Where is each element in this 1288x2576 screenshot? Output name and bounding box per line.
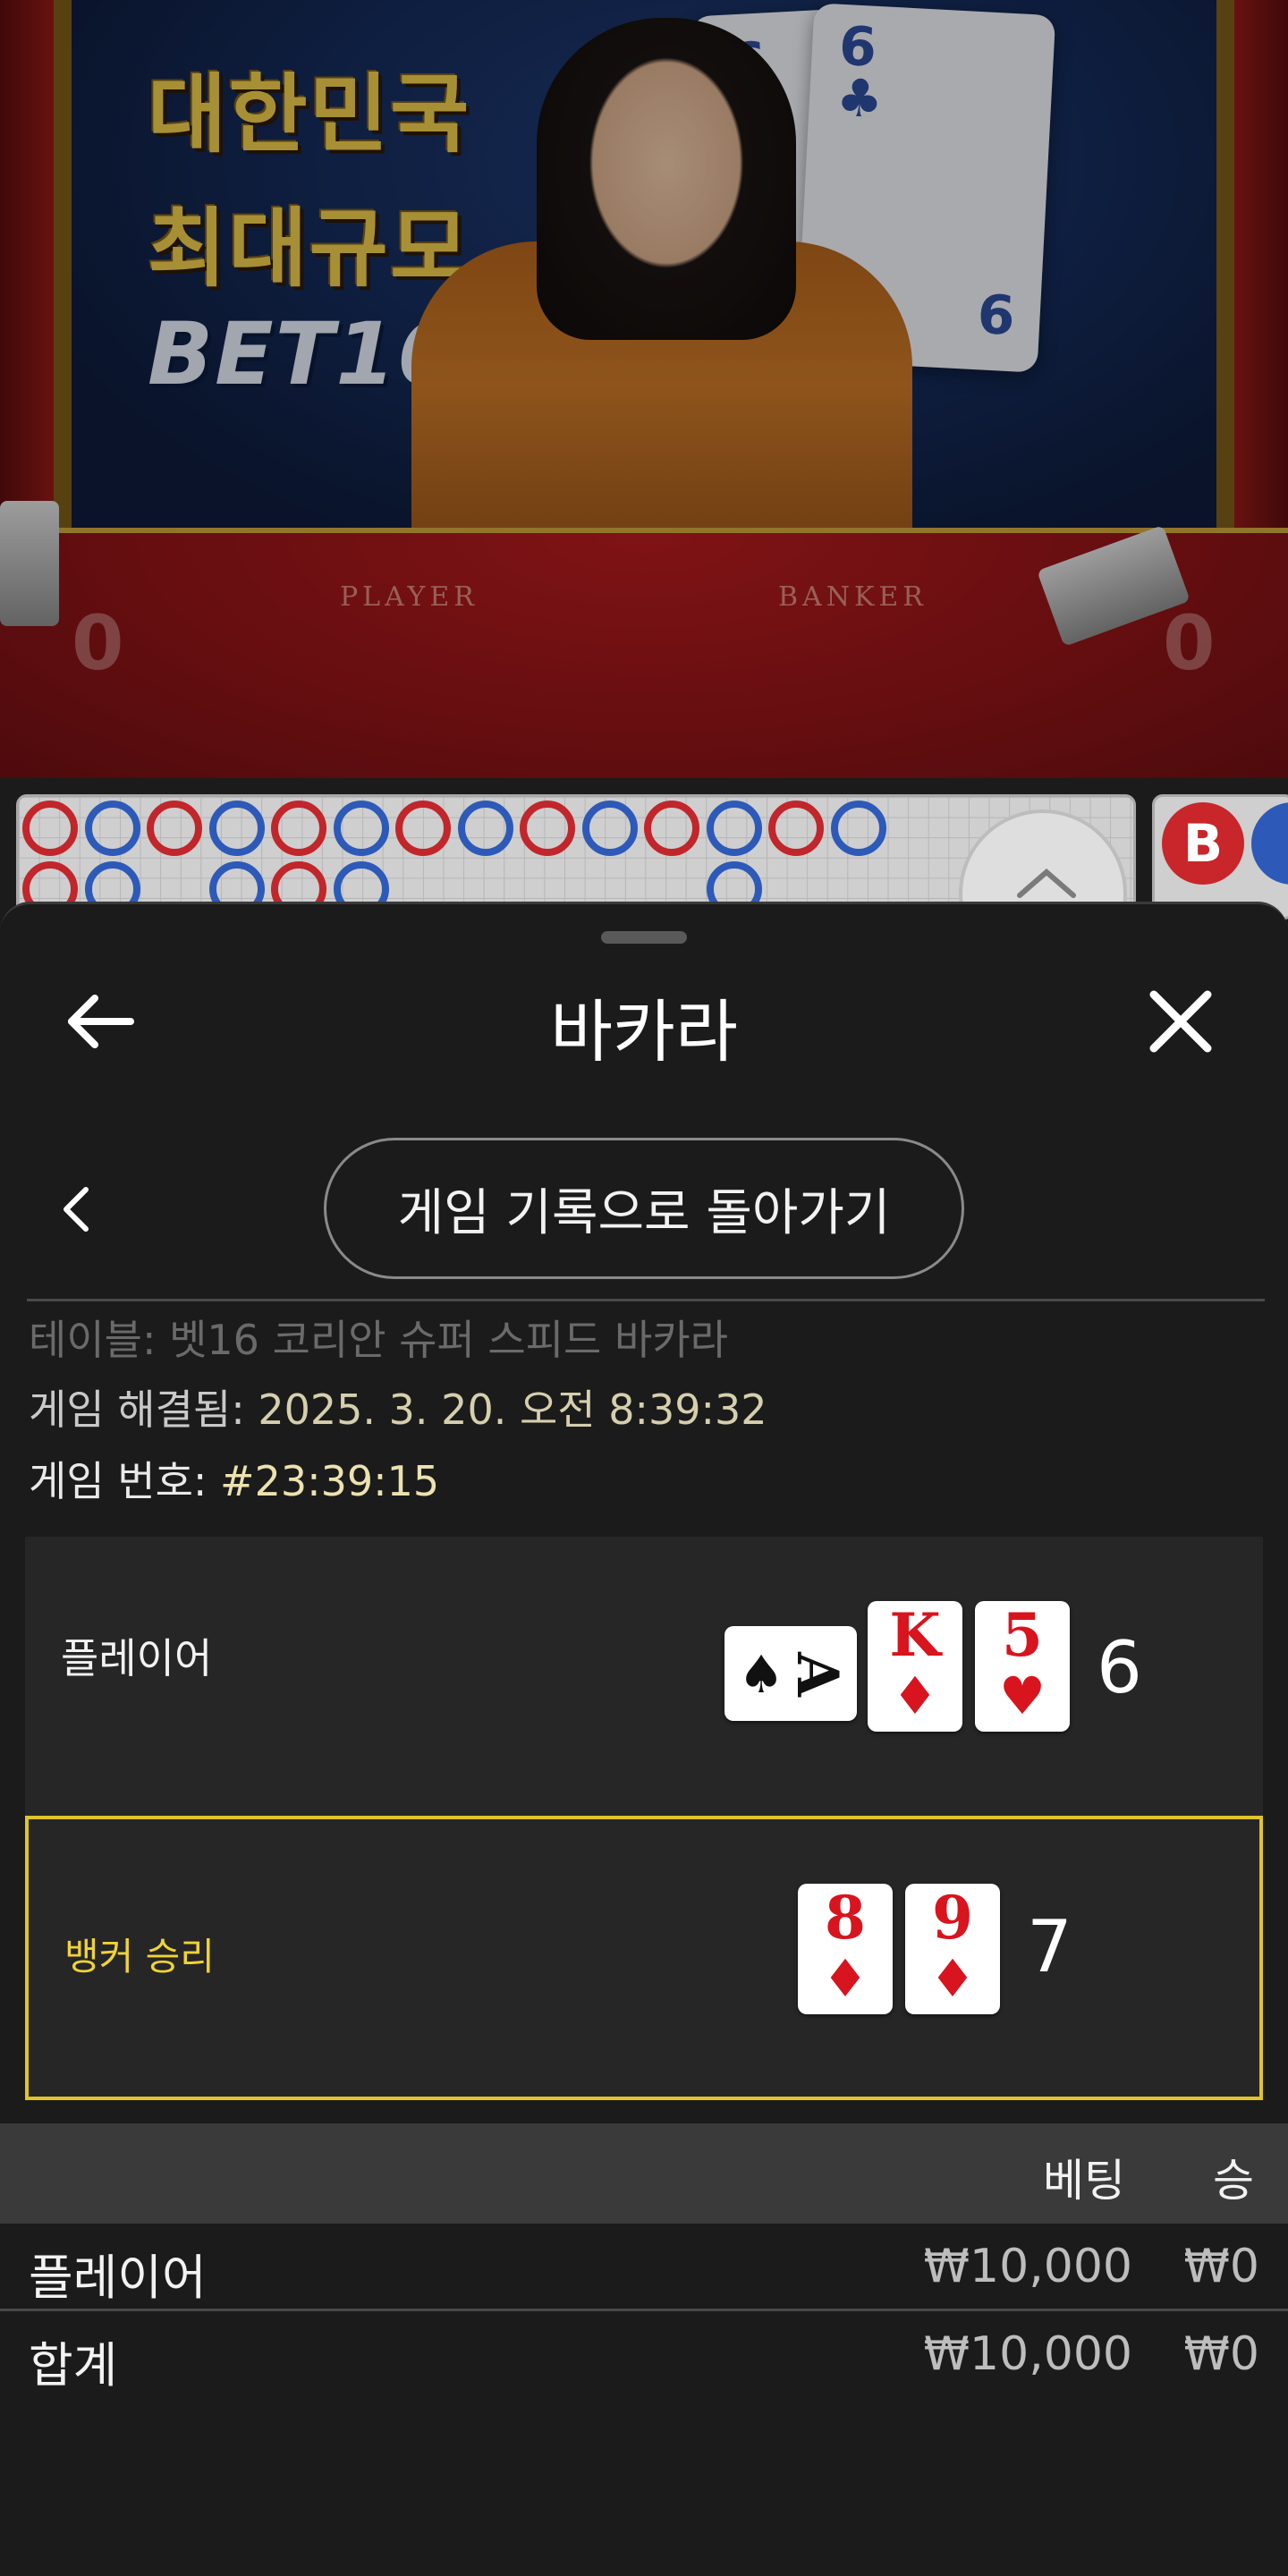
card-rank: 5 [1002,1600,1043,1670]
road-ring-player [333,801,389,856]
table-info-value: 벳16 코리안 슈퍼 스피드 바카라 [169,1316,728,1364]
bet-row-win: ₩0 [1183,2327,1260,2381]
game-number-info: 게임 번호: #23:39:15 [29,1449,439,1508]
card-rank: 9 [932,1883,973,1953]
road-ring-banker [395,801,451,856]
bet-column-header: 베팅 [1043,2155,1125,2207]
card-suit: ♦ [929,1948,976,2009]
road-ring-banker [22,801,78,856]
resolved-info: 게임 해결됨: 2025. 3. 20. 오전 8:39:32 [29,1377,767,1436]
player-hand-total: 6 [1097,1626,1142,1709]
resolved-info-label: 게임 해결됨: [29,1385,245,1434]
card-rank: 8 [825,1883,866,1953]
table-row: 플레이어 ₩10,000 ₩0 [0,2225,1288,2311]
road-ring-player [84,801,140,856]
banker-hand-total: 7 [1027,1905,1072,1988]
table-row: 합계 ₩10,000 ₩0 [0,2313,1288,2399]
road-ring-player [581,801,638,856]
player-card-1: ♠ A [724,1626,857,1721]
close-button[interactable] [1145,986,1216,1057]
banker-hand-label: 뱅커 승리 [64,1935,215,1979]
big-road[interactable]: B [1152,794,1288,919]
bet-row-name: 합계 [29,2337,118,2394]
road-ring-player [830,801,886,856]
chevron-up-icon [1017,869,1076,898]
card-rank: A [784,1652,851,1697]
video-dim-overlay [0,0,1288,778]
player-card-3: 5 ♥ [975,1601,1070,1732]
player-card-2: K ♦ [868,1601,962,1732]
bets-table-header: 베팅 승 [0,2123,1288,2224]
card-suit: ♦ [822,1948,869,2009]
bet-row-name: 플레이어 [29,2250,207,2306]
win-column-header: 승 [1213,2155,1254,2207]
player-hand-row: 플레이어 ♠ A K ♦ 5 ♥ 6 [25,1537,1263,1816]
banker-card-2: 9 ♦ [905,1884,1000,2014]
road-ring-player [457,801,513,856]
card-rank: K [889,1600,941,1670]
player-hand-label: 플레이어 [61,1634,213,1682]
bet-row-win: ₩0 [1183,2240,1260,2293]
sheet-drag-handle[interactable] [601,931,687,944]
road-ring-banker [147,801,202,856]
game-number-label: 게임 번호: [29,1457,208,1505]
previous-game-button[interactable] [59,1184,95,1234]
return-to-history-button[interactable]: 게임 기록으로 돌아가기 [324,1138,964,1279]
resolved-info-value: 2025. 3. 20. 오전 8:39:32 [258,1385,767,1434]
road-ring-player [208,801,265,856]
table-info: 테이블: 벳16 코리안 슈퍼 스피드 바카라 [29,1308,728,1367]
close-icon [1149,990,1212,1053]
card-suit: ♥ [999,1665,1046,1726]
table-info-label: 테이블: [29,1316,157,1364]
road-ring-banker [271,801,326,856]
card-suit: ♦ [892,1665,938,1726]
game-number-value: #23:39:15 [220,1457,440,1505]
road-bead-banker: B [1162,802,1244,885]
road-ring-banker [520,801,575,856]
banker-card-1: 8 ♦ [798,1884,893,2014]
chevron-left-icon [64,1187,89,1232]
banker-hand-row: 뱅커 승리 8 ♦ 9 ♦ 7 [25,1816,1263,2100]
road-ring-banker [768,801,824,856]
road-ring-player [706,801,762,856]
header-divider [27,1299,1265,1301]
bet-row-amount: ₩10,000 [923,2240,1132,2293]
road-ring-banker [644,801,699,856]
road-bead-player [1251,802,1288,885]
bet-row-amount: ₩10,000 [923,2327,1132,2381]
page-title: 바카라 [550,992,738,1072]
